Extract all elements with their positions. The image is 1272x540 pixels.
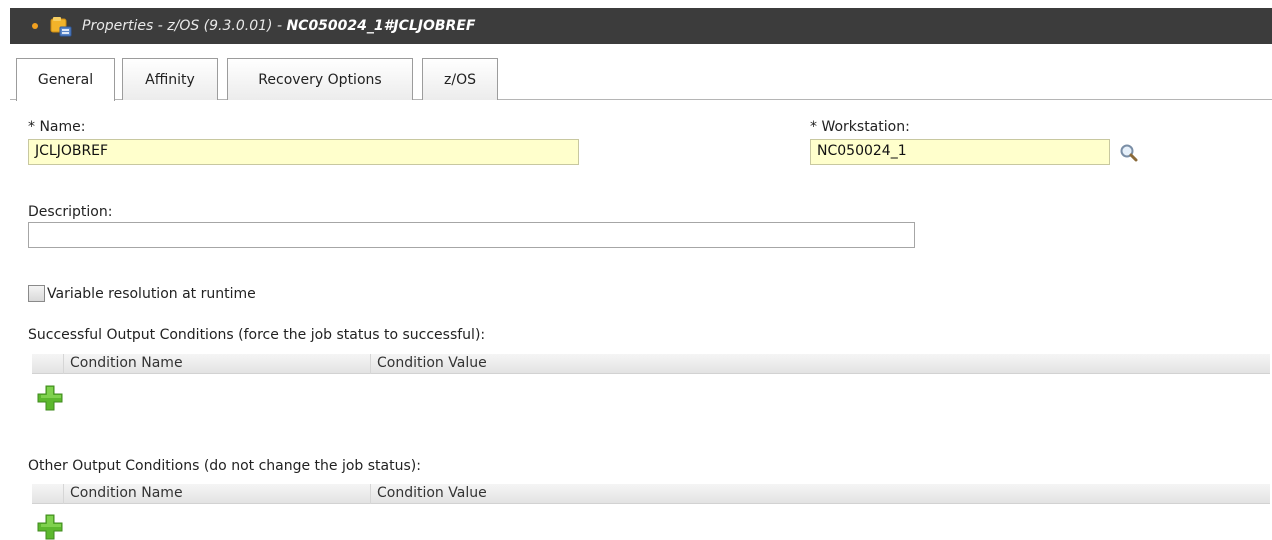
status-dot-icon	[32, 23, 38, 29]
description-label: Description:	[28, 204, 113, 220]
window-title-prefix: Properties - z/OS (9.3.0.01) -	[82, 18, 287, 34]
column-header-condition-value[interactable]: Condition Value	[377, 485, 487, 501]
other-conditions-grid-header: Condition Name Condition Value	[32, 484, 1270, 504]
other-conditions-heading: Other Output Conditions (do not change t…	[28, 458, 421, 474]
job-properties-icon	[50, 17, 72, 37]
tab-affinity[interactable]: Affinity	[122, 58, 218, 100]
successful-conditions-heading: Successful Output Conditions (force the …	[28, 327, 486, 343]
column-divider	[370, 484, 371, 504]
name-label: * Name:	[28, 119, 86, 135]
add-other-condition-button[interactable]	[35, 512, 65, 540]
grid-corner-cell	[32, 484, 64, 504]
successful-conditions-grid-header: Condition Name Condition Value	[32, 354, 1270, 374]
column-divider	[370, 354, 371, 374]
tab-label: Recovery Options	[258, 71, 382, 88]
add-successful-condition-button[interactable]	[35, 383, 65, 413]
column-header-condition-value[interactable]: Condition Value	[377, 355, 487, 371]
column-header-condition-name[interactable]: Condition Name	[70, 485, 183, 501]
window-title-object: NC050024_1#JCLJOBREF	[286, 18, 476, 34]
tab-label: Affinity	[145, 71, 195, 88]
window-title: Properties - z/OS (9.3.0.01) - NC050024_…	[82, 18, 475, 34]
window-title-bar: Properties - z/OS (9.3.0.01) - NC050024_…	[10, 8, 1272, 44]
variable-resolution-label: Variable resolution at runtime	[47, 286, 256, 302]
description-field[interactable]	[28, 222, 915, 248]
tab-label: General	[37, 72, 94, 88]
name-value: JCLJOBREF	[35, 143, 109, 159]
tab-zos[interactable]: z/OS	[422, 58, 498, 100]
column-header-condition-name[interactable]: Condition Name	[70, 355, 183, 371]
workstation-value: NC050024_1	[817, 143, 907, 159]
workstation-label: * Workstation:	[810, 119, 910, 135]
tab-recovery-options[interactable]: Recovery Options	[227, 58, 413, 100]
tab-label: z/OS	[444, 71, 476, 88]
tab-bar: General Affinity Recovery Options z/OS	[10, 58, 1272, 101]
grid-corner-cell	[32, 354, 64, 374]
workstation-field[interactable]: NC050024_1	[810, 139, 1110, 165]
name-field[interactable]: JCLJOBREF	[28, 139, 579, 165]
variable-resolution-checkbox[interactable]	[28, 285, 45, 302]
tab-general[interactable]: General	[16, 58, 115, 101]
magnifier-icon[interactable]	[1118, 142, 1140, 164]
